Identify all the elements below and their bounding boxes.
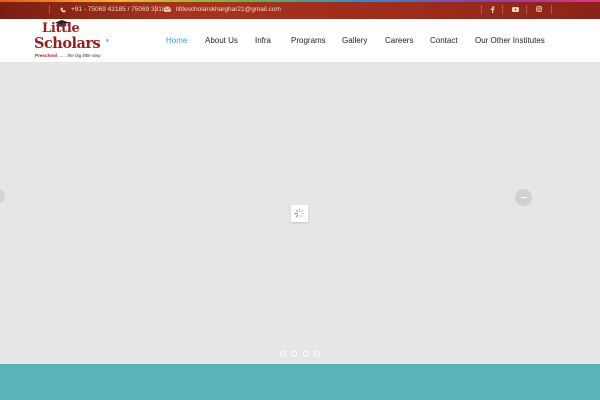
- nav-our-other-institutes[interactable]: Our Other Institutes: [475, 36, 545, 45]
- nav-contact[interactable]: Contact: [430, 36, 458, 45]
- tagline-bold: Preschool: [35, 53, 58, 58]
- slider-dot-4[interactable]: [314, 351, 320, 357]
- teal-section: [0, 364, 600, 400]
- rainbow-stripe: [0, 0, 600, 2]
- divider: [481, 5, 482, 14]
- divider: [155, 5, 156, 14]
- divider: [49, 5, 50, 14]
- divider: [551, 5, 552, 14]
- arrow-left-icon[interactable]: [0, 189, 5, 203]
- facebook-icon[interactable]: [488, 5, 496, 13]
- phone-contact[interactable]: +91 - 75069 42185 / 75069 33185: [59, 5, 169, 14]
- logo-tagline: Preschool ...... the big little step: [35, 53, 101, 58]
- nav-gallery[interactable]: Gallery: [342, 36, 367, 45]
- divider: [502, 5, 503, 14]
- nav-about-us[interactable]: About Us: [205, 36, 238, 45]
- nav-home[interactable]: Home: [166, 36, 187, 45]
- instagram-icon[interactable]: [535, 5, 543, 13]
- top-info-bar: +91 - 75069 42185 / 75069 33185 littlesc…: [0, 0, 600, 19]
- slider-dot-2[interactable]: [291, 351, 297, 357]
- nav-careers[interactable]: Careers: [385, 36, 413, 45]
- nav-infra[interactable]: Infra: [255, 36, 271, 45]
- nav-programs[interactable]: Programs: [291, 36, 326, 45]
- phone-icon: [59, 6, 66, 13]
- logo-line-1: Little: [42, 21, 80, 36]
- registered-mark: ®: [106, 38, 109, 43]
- arrow-right-icon[interactable]: [515, 189, 532, 206]
- email-text: littlescholarskharghar21@gmail.com: [176, 6, 281, 13]
- site-logo[interactable]: Little Scholars ® Preschool ...... the b…: [33, 20, 113, 62]
- slider-dot-1[interactable]: [280, 351, 286, 357]
- slider-dot-3[interactable]: [303, 351, 309, 357]
- spinner-icon: [291, 205, 308, 222]
- logo-line-2: Scholars: [34, 35, 101, 52]
- tagline-rest: ...... the big little step: [57, 53, 101, 58]
- envelope-icon: [164, 6, 171, 13]
- hero-slider: [0, 62, 600, 364]
- divider: [526, 5, 527, 14]
- slider-pagination: [0, 351, 600, 359]
- email-contact[interactable]: littlescholarskharghar21@gmail.com: [164, 5, 281, 14]
- youtube-icon[interactable]: [511, 5, 519, 13]
